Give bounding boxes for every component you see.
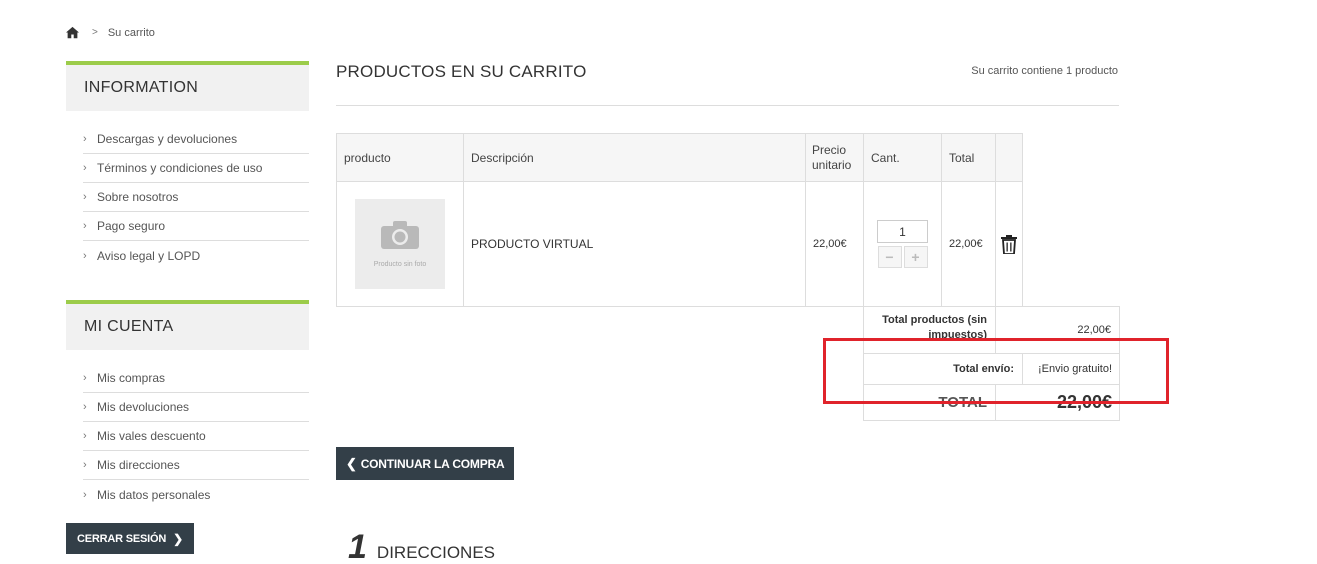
cart-count-text: Su carrito contiene 1 producto <box>971 65 1118 77</box>
chevron-right-icon: › <box>83 430 87 442</box>
continue-shopping-button[interactable]: ❮ CONTINUAR LA COMPRA <box>336 447 515 480</box>
column-header-delete <box>995 133 1023 182</box>
chevron-right-icon: › <box>83 372 87 384</box>
sidebar-item-label: Términos y condiciones de uso <box>97 161 263 175</box>
divider <box>336 105 1119 106</box>
totals-row-grand: TOTAL 22,00€ <box>337 384 1120 421</box>
chevron-right-icon: ❯ <box>173 531 183 546</box>
totals-row-products: Total productos (sin impuestos) 22,00€ <box>337 306 1120 354</box>
account-list: › Mis compras › Mis devoluciones › Mis vale… <box>66 364 309 509</box>
breadcrumb-separator: > <box>92 27 98 38</box>
sidebar-item-mis-datos[interactable]: › Mis datos personales <box>83 480 309 509</box>
cart-table: producto Descripción Precio unitario Can… <box>336 133 1120 421</box>
product-unit-price: 22,00€ <box>805 181 864 307</box>
sidebar-item-mis-compras[interactable]: › Mis compras <box>83 364 309 393</box>
chevron-right-icon: › <box>83 162 87 174</box>
grand-total-label: TOTAL <box>863 384 996 421</box>
account-block-title: MI CUENTA <box>66 300 309 350</box>
trash-icon[interactable] <box>1001 234 1017 254</box>
chevron-right-icon: › <box>83 133 87 145</box>
product-total: 22,00€ <box>941 181 996 307</box>
total-shipping-label: Total envío: <box>863 353 1023 385</box>
chevron-right-icon: › <box>83 220 87 232</box>
chevron-right-icon: › <box>83 191 87 203</box>
minus-icon: − <box>885 249 894 265</box>
sidebar-item-mis-vales[interactable]: › Mis vales descuento <box>83 422 309 451</box>
total-shipping-value: ¡Envio gratuito! <box>1022 353 1120 385</box>
sidebar-item-mis-devoluciones[interactable]: › Mis devoluciones <box>83 393 309 422</box>
column-header-unit-price: Precio unitario <box>805 133 864 182</box>
total-products-label: Total productos (sin impuestos) <box>863 306 996 354</box>
chevron-right-icon: › <box>83 459 87 471</box>
sidebar: INFORMATION › Descargas y devoluciones › T… <box>66 61 309 554</box>
plus-icon: + <box>911 249 920 265</box>
information-block-title: INFORMATION <box>66 61 309 111</box>
product-image[interactable]: Producto sin foto <box>355 199 445 289</box>
step-title: DIRECCIONES <box>376 543 495 562</box>
information-list: › Descargas y devoluciones › Términos y co… <box>66 125 309 270</box>
grand-total-value: 22,00€ <box>995 384 1120 421</box>
chevron-right-icon: › <box>83 401 87 413</box>
camera-icon <box>381 220 419 249</box>
table-row: Producto sin foto PRODUCTO VIRTUAL 22,00… <box>336 181 1120 307</box>
continue-shopping-label: CONTINUAR LA COMPRA <box>360 456 505 471</box>
totals-row-shipping: Total envío: ¡Envio gratuito! <box>337 353 1120 385</box>
quantity-buttons: − + <box>877 246 928 268</box>
delete-cell <box>995 181 1023 307</box>
product-image-caption: Producto sin foto <box>373 260 427 268</box>
chevron-right-icon: › <box>83 488 87 501</box>
sidebar-item-label: Mis datos personales <box>97 487 211 502</box>
table-header-row: producto Descripción Precio unitario Can… <box>336 133 1120 182</box>
chevron-left-icon: ❮ <box>346 455 357 471</box>
decrease-qty-button[interactable]: − <box>877 246 902 268</box>
chevron-right-icon: › <box>83 249 87 262</box>
product-name[interactable]: PRODUCTO VIRTUAL <box>463 181 806 307</box>
sidebar-item-sobre-nosotros[interactable]: › Sobre nosotros <box>83 183 309 212</box>
sidebar-item-label: Mis direcciones <box>97 458 180 472</box>
sidebar-item-label: Descargas y devoluciones <box>97 132 238 146</box>
total-products-value: 22,00€ <box>995 306 1120 354</box>
column-header-product: producto <box>336 133 464 182</box>
sidebar-item-label: Mis devoluciones <box>97 400 190 414</box>
sidebar-item-pago-seguro[interactable]: › Pago seguro <box>83 212 309 241</box>
sidebar-item-terminos[interactable]: › Términos y condiciones de uso <box>83 154 309 183</box>
sidebar-item-label: Pago seguro <box>97 219 166 233</box>
breadcrumb: > Su carrito <box>66 26 155 39</box>
product-qty-cell: − + <box>863 181 942 307</box>
sidebar-item-mis-direcciones[interactable]: › Mis direcciones <box>83 451 309 480</box>
quantity-stepper: − + <box>871 220 934 268</box>
sidebar-item-label: Mis compras <box>97 371 166 385</box>
sidebar-item-label: Aviso legal y LOPD <box>97 248 201 263</box>
step-heading: 1 DIRECCIONES <box>348 528 495 564</box>
sidebar-item-aviso-legal[interactable]: › Aviso legal y LOPD <box>83 241 309 270</box>
logout-button-label: CERRAR SESIÓN <box>77 532 167 545</box>
sidebar-item-label: Sobre nosotros <box>97 190 179 204</box>
column-header-qty: Cant. <box>863 133 942 182</box>
sidebar-item-label: Mis vales descuento <box>97 429 206 443</box>
product-image-cell: Producto sin foto <box>336 181 464 307</box>
logout-button[interactable]: CERRAR SESIÓN ❯ <box>66 523 194 554</box>
column-header-total: Total <box>941 133 996 182</box>
step-number: 1 <box>348 528 367 564</box>
sidebar-item-descargas[interactable]: › Descargas y devoluciones <box>83 125 309 154</box>
quantity-input[interactable] <box>877 220 928 243</box>
breadcrumb-current: Su carrito <box>107 26 155 39</box>
page-title: PRODUCTOS EN SU CARRITO <box>336 62 587 81</box>
home-icon[interactable] <box>66 26 79 39</box>
increase-qty-button[interactable]: + <box>903 246 928 268</box>
account-block: MI CUENTA › Mis compras › Mis devoluciones… <box>66 300 309 509</box>
column-header-description: Descripción <box>463 133 806 182</box>
